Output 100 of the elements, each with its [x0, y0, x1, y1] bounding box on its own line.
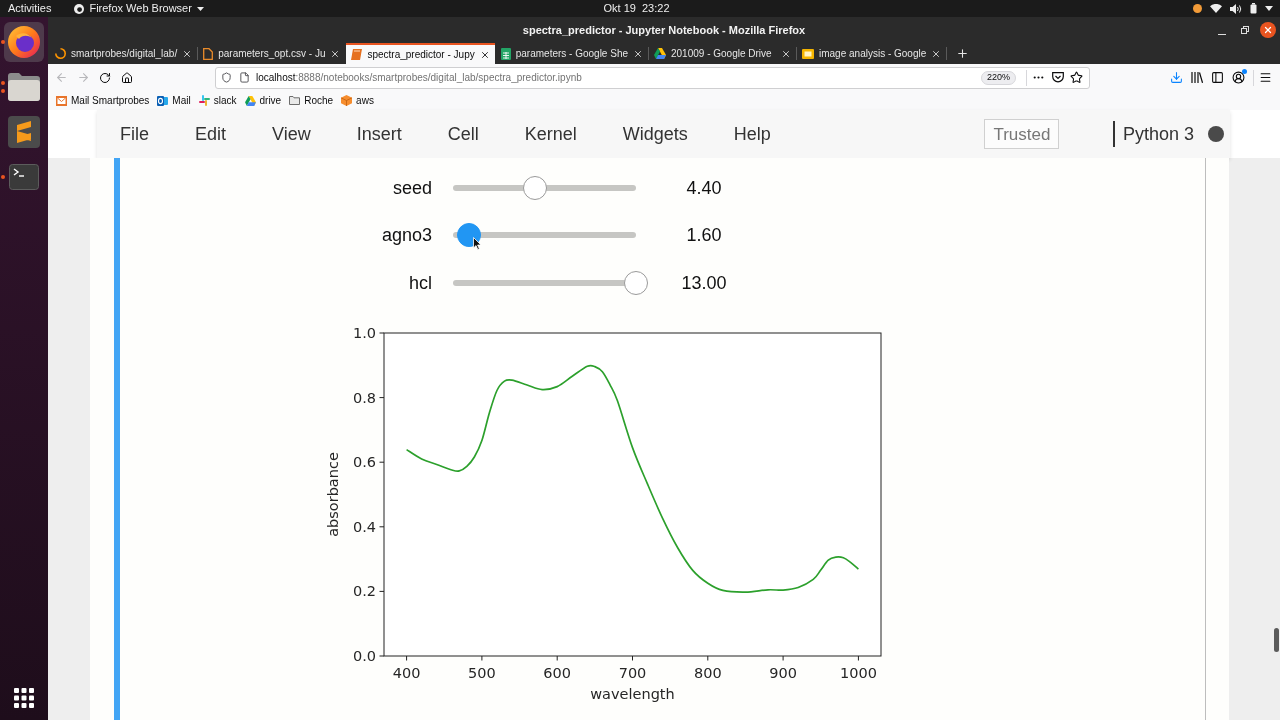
scrollbar-thumb[interactable] [1274, 628, 1279, 652]
hash-logo-icon [198, 95, 210, 106]
tick-mark [379, 396, 385, 398]
library-icon[interactable] [1191, 72, 1203, 83]
menu-item[interactable]: Help [710, 125, 794, 143]
x-tick-label: 700 [618, 664, 647, 681]
menu-item[interactable]: Insert [333, 125, 425, 143]
tick-mark [707, 655, 709, 661]
tick-mark [379, 525, 385, 527]
y-tick-label: 1.0 [352, 324, 376, 341]
restore-button[interactable] [1240, 25, 1250, 35]
presentation-icon [802, 48, 814, 59]
zoom-level-button[interactable]: 220% [980, 70, 1016, 85]
browser-tab[interactable]: parameters - Google She [495, 43, 648, 64]
tick-mark [379, 332, 385, 333]
bookmark-item[interactable]: drive [244, 95, 282, 106]
document-icon [203, 47, 214, 60]
close-icon[interactable] [633, 48, 643, 59]
notification-dot-icon [1193, 4, 1202, 13]
forward-arrow-icon [76, 71, 90, 84]
slider-thumb[interactable] [624, 270, 648, 295]
volume-icon [1230, 3, 1242, 14]
x-tick-label: 1000 [839, 664, 877, 681]
pocket-icon[interactable] [1052, 72, 1064, 83]
browser-tab[interactable]: 201009 - Google Drive [649, 43, 796, 64]
slider-value: 13.00 [680, 273, 728, 292]
mouse-pointer-icon [473, 237, 483, 251]
folder-icon [289, 96, 301, 105]
home-icon [121, 71, 133, 84]
menu-item[interactable]: Cell [424, 125, 502, 143]
close-icon [1263, 25, 1273, 35]
terminal-icon [9, 164, 39, 190]
slider-label: agno3 [380, 226, 432, 245]
close-button[interactable] [1260, 22, 1276, 38]
y-tick-label: 0.8 [352, 389, 376, 406]
tricolor-triangle-icon [244, 95, 256, 106]
tick-mark [782, 655, 784, 661]
browser-tab[interactable]: parameters_opt.csv - Ju [198, 43, 346, 64]
y-axis-label: absorbance [325, 451, 341, 537]
dock-app-button[interactable] [4, 22, 44, 62]
book-icon [351, 49, 363, 60]
clock: Okt 19 23:22 [603, 3, 670, 14]
tick-mark [481, 655, 483, 661]
show-apps-button[interactable] [14, 688, 34, 708]
tick-mark [379, 590, 385, 592]
browser-tab[interactable]: image analysis - Google [797, 43, 947, 64]
app-menu[interactable]: Firefox Web Browser [74, 3, 204, 14]
app-grid-icon [14, 688, 34, 708]
editor-logo-icon [8, 116, 40, 148]
x-axis-label: wavelength [590, 685, 675, 702]
bookmark-item[interactable]: Mail Smartprobes [56, 95, 150, 106]
close-icon[interactable] [781, 48, 791, 59]
browser-logo-icon [74, 3, 85, 14]
bookmark-star-icon[interactable] [1070, 71, 1083, 84]
cube-icon [341, 95, 353, 106]
mail-tile-icon [157, 95, 169, 106]
menu-item[interactable]: View [249, 125, 334, 143]
account-icon[interactable] [1232, 71, 1245, 84]
notification-dot-icon [1242, 69, 1247, 74]
tick-mark [406, 655, 408, 661]
x-tick-label: 800 [693, 664, 722, 681]
bookmark-item[interactable]: Roche [289, 95, 334, 106]
browser-tab[interactable]: spectra_predictor - Jupy [346, 43, 495, 64]
browser-tab[interactable]: smartprobes/digital_lab/ [50, 43, 198, 64]
loading-spinner-icon [55, 48, 66, 59]
battery-icon [1250, 3, 1257, 14]
menu-item[interactable]: Kernel [501, 125, 600, 143]
bookmark-item[interactable]: Mail [157, 95, 191, 106]
sidebar-icon[interactable] [1211, 71, 1224, 84]
shield-icon [221, 72, 232, 83]
envelope-icon [56, 95, 67, 106]
wifi-icon [1210, 4, 1222, 13]
x-tick-label: 400 [392, 664, 421, 681]
slider-thumb[interactable] [523, 175, 548, 200]
x-tick-label: 900 [769, 664, 797, 681]
menu-item[interactable]: File [97, 125, 172, 143]
browser-logo-icon [8, 26, 40, 58]
folder-icon [8, 73, 40, 101]
close-icon[interactable] [931, 48, 942, 59]
close-icon[interactable] [479, 49, 490, 60]
activities-button[interactable]: Activities [8, 3, 52, 14]
menu-icon[interactable] [1259, 71, 1272, 84]
plus-icon [955, 47, 969, 60]
close-icon[interactable] [330, 48, 341, 59]
y-tick-label: 0.2 [352, 582, 376, 599]
url-field[interactable]: localhost:8888/notebooks/smartprobes/digital_lab/spectra_predictor.ipynb 220% [215, 66, 1090, 89]
y-tick-label: 0.6 [352, 453, 376, 470]
menu-item[interactable]: Widgets [599, 125, 711, 143]
kernel-name: Python 3 [1122, 125, 1194, 143]
slider-label: seed [391, 178, 432, 197]
download-icon[interactable] [1170, 71, 1183, 84]
x-tick-label: 600 [543, 664, 572, 681]
trusted-button[interactable]: Trusted [984, 119, 1060, 149]
tick-mark [379, 461, 385, 463]
bookmark-item[interactable]: aws [341, 95, 374, 106]
bookmark-item[interactable]: slack [198, 95, 237, 106]
close-icon[interactable] [182, 48, 193, 59]
url-text: localhost:8888/notebooks/smartprobes/digital_lab/spectra_predictor.ipynb [256, 71, 582, 85]
page-icon [239, 72, 250, 83]
menu-item[interactable]: Edit [172, 125, 250, 143]
